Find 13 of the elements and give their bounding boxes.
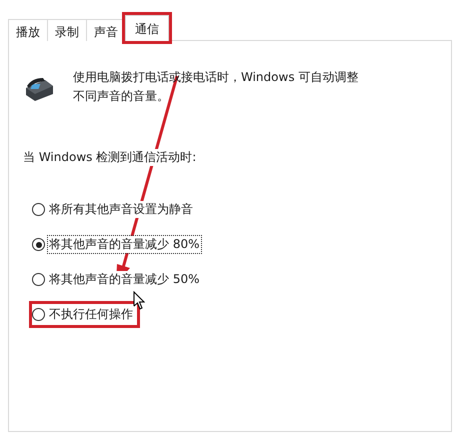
radio-button[interactable] — [32, 203, 45, 216]
tab[interactable]: 通信 — [125, 15, 169, 41]
option-label[interactable]: 不执行任何操作 — [48, 306, 134, 323]
radio-button[interactable] — [32, 273, 45, 286]
radio-button[interactable] — [32, 308, 45, 321]
option-label[interactable]: 将其他声音的音量减少 80% — [48, 236, 200, 253]
description-text: 使用电脑拨打电话或接电话时，Windows 可自动调整不同声音的音量。 — [73, 69, 360, 105]
radio-button[interactable] — [32, 238, 45, 251]
tab[interactable]: 录制 — [47, 19, 87, 41]
option-label[interactable]: 将所有其他声音设置为静音 — [48, 201, 194, 218]
tab[interactable]: 播放 — [8, 19, 48, 41]
option-label[interactable]: 将其他声音的音量减少 50% — [48, 271, 200, 288]
cursor-icon — [133, 291, 145, 310]
